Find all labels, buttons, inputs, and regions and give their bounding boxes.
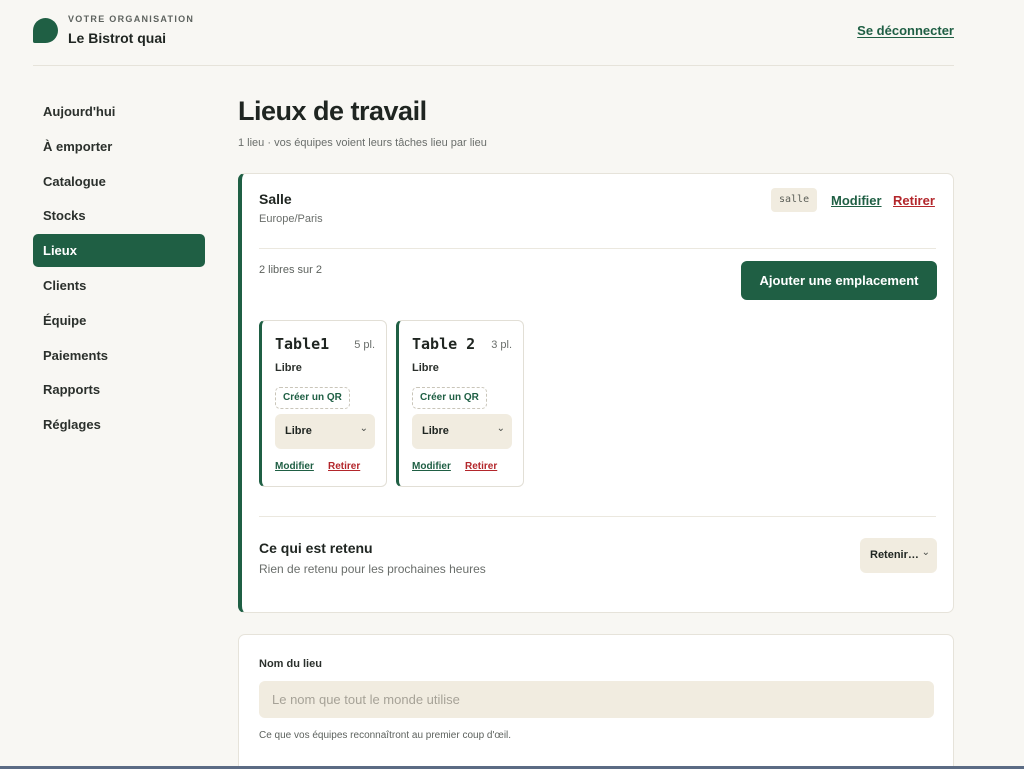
lieu-remove-link[interactable]: Retirer [893,193,935,208]
table-name: Table 2 [412,335,476,353]
table-status: Libre [412,362,439,374]
org-kicker: VOTRE ORGANISATION [68,14,195,24]
sidebar-item-lieux[interactable]: Lieux [33,234,205,268]
table-status-select-value: Libre [422,425,449,437]
table-status: Libre [275,362,302,374]
sidebar-item-equipe[interactable]: Équipe [33,304,205,337]
table-card: Table1 5 pl. Libre Créer un QR Libre ⌄ M… [259,320,387,487]
lieu-modify-link[interactable]: Modifier [831,193,882,208]
lieu-name-input[interactable] [259,681,934,718]
org-name: Le Bistrot quai [68,30,167,46]
chevron-down-icon: ⌄ [359,423,368,434]
retain-select-value: Retenir… [870,549,919,561]
lieu-name: Salle [259,191,292,207]
sidebar-item-aujourdhui[interactable]: Aujourd'hui [33,95,205,128]
sidebar-item-catalogue[interactable]: Catalogue [33,165,205,198]
divider [259,516,936,517]
table-seats: 3 pl. [491,339,512,351]
table-modify-link[interactable]: Modifier [275,461,314,472]
sidebar-item-rapports[interactable]: Rapports [33,373,205,406]
divider [259,248,936,249]
sidebar-item-paiements[interactable]: Paiements [33,339,205,372]
table-remove-link[interactable]: Retirer [465,461,497,472]
table-card: Table 2 3 pl. Libre Créer un QR Libre ⌄ … [396,320,524,487]
retain-select[interactable]: Retenir… ⌄ [860,538,937,573]
table-status-select[interactable]: Libre ⌄ [275,414,375,449]
logo-leaf-icon [33,18,58,43]
held-section-title: Ce qui est retenu [259,540,373,556]
lieu-name-label: Nom du lieu [259,658,322,670]
create-qr-button[interactable]: Créer un QR [412,387,487,409]
table-status-select[interactable]: Libre ⌄ [412,414,512,449]
sidebar-item-reglages[interactable]: Réglages [33,408,205,441]
sidebar-item-stocks[interactable]: Stocks [33,199,205,232]
table-name: Table1 [275,335,330,353]
sidebar-item-a-emporter[interactable]: À emporter [33,130,205,163]
lieu-slug-badge: salle [771,188,818,212]
table-modify-link[interactable]: Modifier [412,461,451,472]
logout-link[interactable]: Se déconnecter [857,23,954,38]
free-count: 2 libres sur 2 [259,264,322,276]
chevron-down-icon: ⌄ [496,423,505,434]
page-subtitle: 1 lieu · vos équipes voient leurs tâches… [238,137,487,149]
sidebar-nav: Aujourd'hui À emporter Catalogue Stocks … [33,95,205,443]
top-header: VOTRE ORGANISATION Le Bistrot quai Se dé… [33,0,954,66]
chevron-down-icon: ⌄ [921,547,930,558]
lieu-card: Salle Europe/Paris salle Modifier Retire… [238,173,954,613]
held-section-subtitle: Rien de retenu pour les prochaines heure… [259,562,486,576]
new-lieu-form: Nom du lieu Ce que vos équipes reconnaît… [238,634,954,769]
create-qr-button[interactable]: Créer un QR [275,387,350,409]
lieu-name-help: Ce que vos équipes reconnaîtront au prem… [259,730,512,741]
lieu-timezone: Europe/Paris [259,213,323,225]
table-status-select-value: Libre [285,425,312,437]
page-title: Lieux de travail [238,96,427,126]
add-emplacement-button[interactable]: Ajouter une emplacement [741,261,937,300]
sidebar-item-clients[interactable]: Clients [33,269,205,302]
table-seats: 5 pl. [354,339,375,351]
table-remove-link[interactable]: Retirer [328,461,360,472]
